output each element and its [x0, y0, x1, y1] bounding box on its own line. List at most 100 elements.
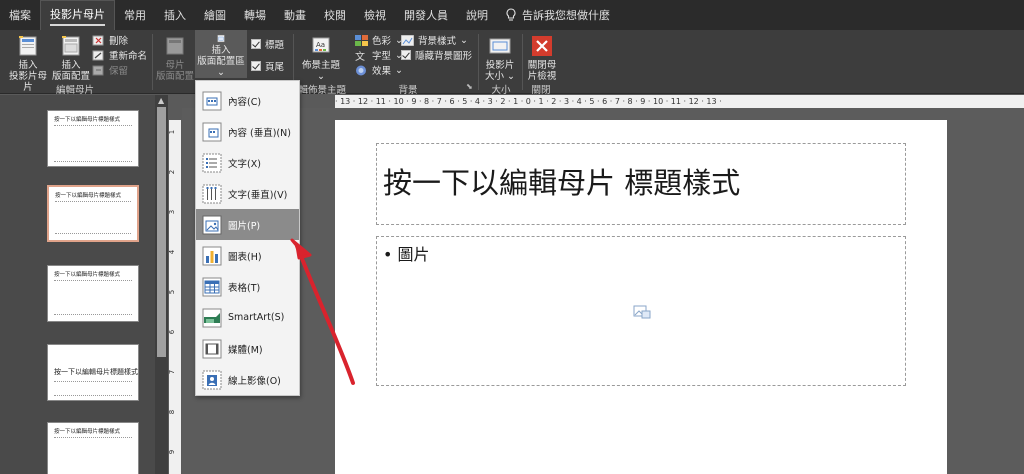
hide-background-checkbox[interactable]: 隱藏背景圖形	[401, 48, 472, 62]
tab-slide-master[interactable]: 投影片母片	[40, 0, 115, 30]
group-label-background: 背景	[398, 85, 418, 96]
text-icon	[202, 153, 222, 172]
fonts-button[interactable]: 文 字型 ⌄	[355, 48, 403, 63]
layout-thumbnail-3[interactable]: 按一下以編輯母片標題樣式	[47, 265, 139, 322]
delete-icon	[92, 35, 104, 45]
tab-transitions-label: 轉場	[244, 9, 266, 22]
footer-checkbox-label: 頁尾	[265, 62, 285, 73]
menu-item-text-vertical[interactable]: 文字(垂直)(V)	[196, 178, 299, 209]
slide-size-label-2-wrap: 大小 ⌄	[485, 71, 515, 82]
themes-icon: Aa	[312, 37, 330, 53]
background-styles-dropdown-icon: ⌄	[460, 34, 468, 46]
close-master-view-button[interactable]: 關閉母 片檢視	[525, 34, 559, 82]
menu-item-smartart[interactable]: SmartArt(S)	[196, 302, 299, 333]
themes-button[interactable]: Aa 佈景主題 ⌄	[298, 34, 344, 82]
picture-placeholder-text: • 圖片	[383, 245, 430, 264]
tab-help[interactable]: 說明	[457, 0, 497, 30]
thumbnail-divider	[54, 161, 132, 162]
pin-icon	[92, 65, 104, 75]
title-checkbox-label: 標題	[265, 40, 285, 51]
chart-icon	[202, 246, 222, 265]
tab-view-label: 檢視	[364, 9, 386, 22]
thumbnail-divider	[54, 125, 132, 126]
scroll-up-icon[interactable]: ▲	[158, 96, 164, 105]
footer-checkbox[interactable]: 頁尾	[251, 59, 284, 73]
online-picture-icon	[202, 370, 222, 389]
insert-layout-button[interactable]: 插入 版面配置	[52, 34, 90, 82]
tab-home-label: 常用	[124, 9, 146, 22]
background-styles-button[interactable]: 背景樣式 ⌄	[401, 33, 468, 47]
hide-background-label: 隱藏背景圖形	[415, 51, 473, 62]
tab-developer[interactable]: 開發人員	[395, 0, 457, 30]
insert-layout-label-1: 插入	[61, 60, 81, 71]
checkbox-unchecked-icon	[401, 50, 411, 60]
menu-item-content[interactable]: 內容(C)	[196, 85, 299, 116]
picture-placeholder[interactable]: • 圖片	[376, 236, 906, 386]
tab-review[interactable]: 校閱	[315, 0, 355, 30]
colors-label: 色彩	[372, 36, 392, 47]
group-label-size: 大小	[491, 85, 511, 96]
thumbnail-divider	[54, 280, 132, 281]
master-layout-button[interactable]: 母片 版面配置	[156, 34, 194, 82]
tab-transitions[interactable]: 轉場	[235, 0, 275, 30]
menu-item-label: 媒體(M)	[228, 344, 263, 356]
tab-home[interactable]: 常用	[115, 0, 155, 30]
insert-layout-label-2: 版面配置	[52, 71, 91, 82]
layout-icon	[62, 36, 80, 56]
insert-placeholder-label-2: 版面配置區	[197, 56, 245, 67]
tell-me-box[interactable]: 告訴我您想做什麼	[497, 0, 610, 30]
delete-button[interactable]: 刪除	[92, 33, 128, 47]
slide-size-icon	[489, 38, 511, 54]
table-icon	[202, 277, 222, 296]
menu-item-label: 內容(C)	[228, 96, 262, 108]
menu-item-table[interactable]: 表格(T)	[196, 271, 299, 302]
menu-item-picture-highlighted[interactable]: 圖片(P)	[196, 209, 299, 240]
effects-dropdown-icon: ⌄	[395, 64, 403, 76]
tab-draw-label: 繪圖	[204, 9, 226, 22]
layout-thumbnail-2-selected[interactable]: 按一下以編輯母片標題樣式	[47, 185, 139, 242]
menu-item-content-vertical[interactable]: 內容 (垂直)(N)	[196, 116, 299, 147]
slide-thumbnail-pane: 按一下以編輯母片標題樣式 按一下以編輯母片標題樣式 按一下以編輯母片標題樣式 按…	[0, 95, 168, 474]
themes-dropdown-icon: ⌄	[317, 71, 325, 82]
thumbnail-divider	[55, 233, 131, 234]
slide-size-label-1: 投影片	[485, 60, 515, 71]
effects-button[interactable]: 效果 ⌄	[355, 63, 403, 77]
rename-button[interactable]: 重新命名	[92, 48, 147, 62]
title-placeholder[interactable]: 按一下以編輯母片 標題樣式	[376, 143, 906, 225]
vruler-tick: 4	[168, 249, 177, 255]
thumbnail-divider	[54, 395, 132, 396]
insert-picture-icon[interactable]	[633, 304, 651, 319]
title-checkbox[interactable]: 標題	[251, 37, 284, 51]
tab-draw[interactable]: 繪圖	[195, 0, 235, 30]
menu-item-chart[interactable]: 圖表(H)	[196, 240, 299, 271]
insert-placeholder-button[interactable]: 插入 版面配置區 ⌄	[195, 30, 247, 78]
thumbnail-scrollbar[interactable]: ▲	[155, 95, 168, 474]
tab-file[interactable]: 檔案	[0, 0, 40, 30]
group-label-close: 關閉	[531, 85, 551, 96]
smartart-icon	[202, 308, 222, 327]
layout-thumbnail-1[interactable]: 按一下以編輯母片標題樣式	[47, 110, 139, 167]
background-styles-label: 背景樣式	[418, 36, 457, 47]
layout-thumbnail-4[interactable]: 按一下以編輯母片標題樣式	[47, 344, 139, 401]
lightbulb-icon	[506, 8, 516, 21]
menu-item-media[interactable]: 媒體(M)	[196, 333, 299, 364]
thumbnail-divider	[55, 201, 131, 202]
background-dialog-launcher-icon[interactable]: ⬊	[466, 82, 473, 91]
tab-insert-label: 插入	[164, 9, 186, 22]
menu-item-online-picture[interactable]: 線上影像(O)	[196, 364, 299, 395]
tab-insert[interactable]: 插入	[155, 0, 195, 30]
tab-slide-master-label: 投影片母片	[50, 6, 105, 26]
colors-button[interactable]: 色彩 ⌄	[355, 33, 403, 47]
background-styles-icon	[401, 34, 414, 46]
ribbon: 插入 投影片母片 插入 版面配置 刪除 重新命名 保留 母片 版面配置 插入 版…	[0, 30, 1024, 96]
menu-item-text[interactable]: 文字(X)	[196, 147, 299, 178]
slide-size-button[interactable]: 投影片 大小 ⌄	[482, 34, 518, 82]
tab-animations[interactable]: 動畫	[275, 0, 315, 30]
layout-thumbnail-5[interactable]: 按一下以編輯母片標題樣式	[47, 422, 139, 474]
placeholder-icon	[217, 34, 225, 43]
tab-file-label: 檔案	[9, 9, 31, 22]
preserve-button[interactable]: 保留	[92, 63, 128, 77]
menu-item-label: 圖表(H)	[228, 251, 262, 263]
scrollbar-thumb[interactable]	[157, 107, 166, 357]
tab-view[interactable]: 檢視	[355, 0, 395, 30]
